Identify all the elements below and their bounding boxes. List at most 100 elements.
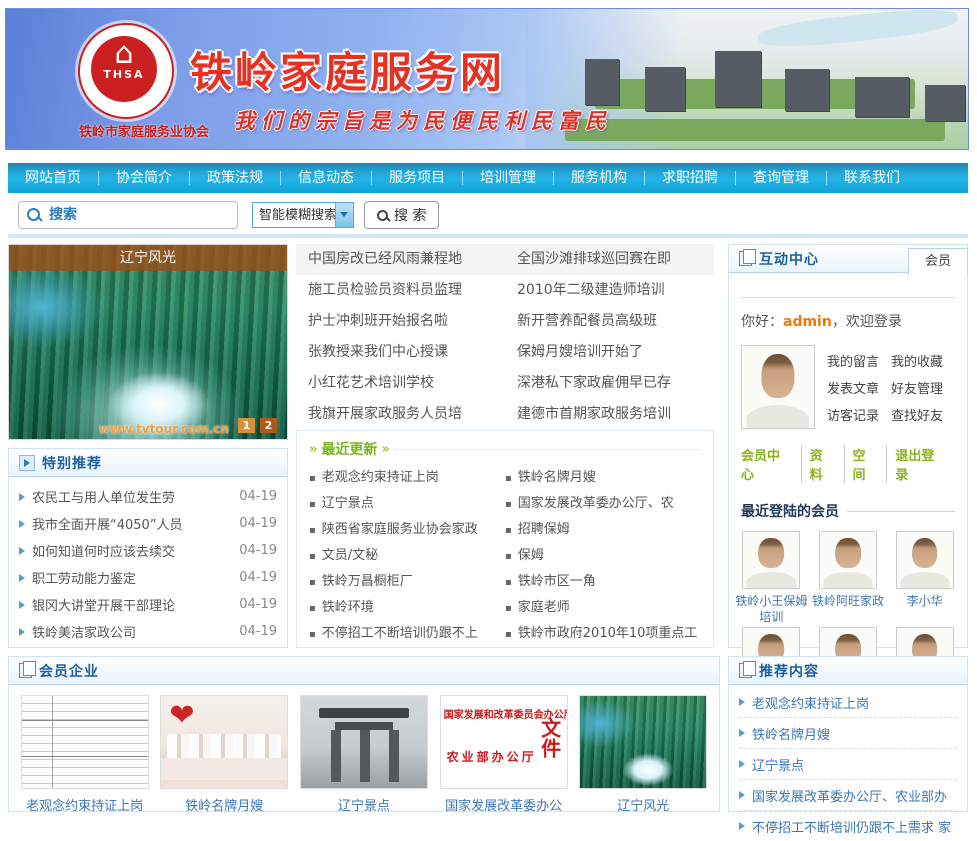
photo-slideshow[interactable]: 辽宁风光 www.tvtour.com.cn 1 2	[8, 244, 288, 440]
recent-link[interactable]: ▪文员/文秘	[309, 543, 505, 569]
my-messages-link[interactable]: 我的留言	[827, 351, 891, 370]
my-favorites-link[interactable]: 我的收藏	[891, 351, 955, 370]
news-link[interactable]: 我旗开展家政服务人员培	[296, 399, 505, 430]
member-avatar[interactable]	[742, 531, 800, 589]
member-center-link[interactable]: 会员中心	[741, 445, 801, 483]
enterprise-caption-link[interactable]: 老观念约束持证上岗	[21, 795, 149, 814]
special-recommend-title: 特别推荐	[42, 453, 102, 473]
recent-link[interactable]: ▪陕西省家庭服务业协会家政	[309, 517, 505, 543]
recent-link[interactable]: ▪铁岭市政府2010年10项重点工	[505, 621, 701, 647]
member-name-link[interactable]: 李小华	[886, 593, 963, 623]
special-link[interactable]: 职工劳动能力鉴定	[32, 568, 233, 587]
special-item: 我市全面开展“4050”人员04-19	[19, 510, 277, 537]
recent-link[interactable]: ▪铁岭万昌橱柜厂	[309, 569, 505, 595]
enterprise-thumbnail[interactable]: ❤	[160, 695, 288, 789]
arrow-bullet-icon	[739, 698, 745, 706]
slideshow-page-1[interactable]: 1	[238, 418, 255, 433]
slideshow-page-2[interactable]: 2	[260, 418, 277, 433]
nav-item-contact[interactable]: 联系我们	[827, 163, 917, 193]
recent-link[interactable]: ▪辽宁景点	[309, 491, 505, 517]
member-avatar[interactable]	[819, 531, 877, 589]
slideshow-watermark: www.tvtour.com.cn	[99, 422, 229, 436]
square-bullet-icon: ▪	[505, 551, 512, 562]
nav-item-agencies[interactable]: 服务机构	[554, 163, 644, 193]
enterprise-caption-link[interactable]: 国家发展改革委办公	[440, 795, 568, 814]
news-link[interactable]: 张教授来我们中心授课	[296, 337, 505, 368]
search-input[interactable]	[47, 203, 235, 227]
user-avatar[interactable]	[741, 345, 815, 429]
special-link[interactable]: 银冈大讲堂开展干部理论	[32, 595, 233, 614]
special-date: 04-19	[239, 489, 277, 504]
special-link[interactable]: 如何知道何时应该去续交	[32, 541, 233, 560]
recommended-link[interactable]: 辽宁景点	[739, 749, 957, 780]
recent-link[interactable]: ▪招聘保姆	[505, 517, 701, 543]
recent-link[interactable]: ▪保姆	[505, 543, 701, 569]
square-bullet-icon: ▪	[505, 629, 512, 640]
special-item: 银冈大讲堂开展干部理论04-19	[19, 591, 277, 618]
enterprise-caption-link[interactable]: 铁岭名牌月嫂	[160, 795, 288, 814]
post-article-link[interactable]: 发表文章	[827, 378, 891, 397]
member-avatar[interactable]	[896, 531, 954, 589]
slideshow-caption: 辽宁风光	[9, 245, 287, 271]
recent-link[interactable]: ▪家庭老师	[505, 595, 701, 621]
enterprise-item: 国家发展和改革委员会办公厅 农业部办公厅 文件 国家发展改革委办公	[440, 695, 568, 814]
member-enterprises-panel: 会员企业 老观念约束持证上岗 ❤ 铁岭名牌月嫂 辽宁景点	[8, 656, 720, 812]
enterprise-caption-link[interactable]: 辽宁景点	[300, 795, 428, 814]
news-link[interactable]: 施工员检验员资料员监理	[296, 275, 505, 306]
special-link[interactable]: 我市全面开展“4050”人员	[32, 514, 233, 533]
square-bullet-icon: ▪	[309, 499, 316, 510]
nav-item-jobs[interactable]: 求职招聘	[645, 163, 735, 193]
logout-link[interactable]: 退出登录	[886, 445, 955, 483]
special-link[interactable]: 铁岭美洁家政公司	[32, 622, 233, 641]
friend-manage-link[interactable]: 好友管理	[891, 378, 955, 397]
search-button[interactable]: 搜 索	[364, 201, 439, 229]
news-link[interactable]: 小红花艺术培训学校	[296, 368, 505, 399]
space-link[interactable]: 空间	[844, 445, 887, 483]
visitor-log-link[interactable]: 访客记录	[827, 405, 891, 424]
site-banner: ⌂ THSA 铁岭市家庭服务业协会 铁岭家庭服务网 我们的宗旨是为民便民利民富民	[5, 8, 969, 150]
enterprise-thumbnail[interactable]	[21, 695, 149, 789]
enterprise-caption-link[interactable]: 辽宁风光	[579, 795, 707, 814]
news-row: 中国房改已经风雨兼程地全国沙滩排球巡回赛在即	[296, 244, 714, 275]
nav-item-home[interactable]: 网站首页	[8, 163, 98, 193]
tab-member[interactable]: 会员	[908, 248, 968, 276]
recent-link[interactable]: ▪不停招工不断培训仍跟不上	[309, 621, 505, 647]
nav-item-training[interactable]: 培训管理	[463, 163, 553, 193]
recommended-link[interactable]: 铁岭名牌月嫂	[739, 718, 957, 749]
news-link[interactable]: 护士冲刺班开始报名啦	[296, 306, 505, 337]
member-cell: 铁岭小王保姆培训	[733, 531, 810, 623]
play-icon	[19, 455, 35, 471]
recent-link[interactable]: ▪老观念约束持证上岗	[309, 465, 505, 491]
news-link[interactable]: 全国沙滩排球巡回赛在即	[505, 244, 714, 275]
profile-link[interactable]: 资料	[801, 445, 844, 483]
news-link[interactable]: 深港私下家政雇佣早已存	[505, 368, 714, 399]
recent-link[interactable]: ▪铁岭市区一角	[505, 569, 701, 595]
nav-item-policy[interactable]: 政策法规	[190, 163, 280, 193]
recommended-link[interactable]: 不停招工不断培训仍跟不上需求 家	[739, 811, 957, 841]
find-friends-link[interactable]: 查找好友	[891, 405, 955, 424]
enterprise-thumbnail[interactable]: 国家发展和改革委员会办公厅 农业部办公厅 文件	[440, 695, 568, 789]
news-link[interactable]: 保姆月嫂培训开始了	[505, 337, 714, 368]
recommended-link[interactable]: 国家发展改革委办公厅、农业部办	[739, 780, 957, 811]
news-link[interactable]: 中国房改已经风雨兼程地	[296, 244, 505, 275]
arrow-bullet-icon	[19, 520, 25, 528]
nav-item-about[interactable]: 协会简介	[99, 163, 189, 193]
arrow-bullet-icon	[19, 628, 25, 636]
recommended-link[interactable]: 老观念约束持证上岗	[739, 687, 957, 718]
recent-link[interactable]: ▪国家发展改革委办公厅、农	[505, 491, 701, 517]
recent-link[interactable]: ▪铁岭名牌月嫂	[505, 465, 701, 491]
square-bullet-icon: ▪	[505, 603, 512, 614]
nav-item-services[interactable]: 服务项目	[372, 163, 462, 193]
news-link[interactable]: 建德市首期家政服务培训	[505, 399, 714, 430]
search-mode-select[interactable]: 智能模糊搜索	[252, 202, 354, 228]
nav-item-news[interactable]: 信息动态	[281, 163, 371, 193]
special-link[interactable]: 农民工与用人单位发生劳	[32, 487, 233, 506]
member-name-link[interactable]: 铁岭小王保姆培训	[733, 593, 810, 623]
nav-item-query[interactable]: 查询管理	[736, 163, 826, 193]
news-link[interactable]: 新开营养配餐员高级班	[505, 306, 714, 337]
news-link[interactable]: 2010年二级建造师培训	[505, 275, 714, 306]
enterprise-thumbnail[interactable]	[579, 695, 707, 789]
recent-link[interactable]: ▪铁岭环境	[309, 595, 505, 621]
enterprise-thumbnail[interactable]	[300, 695, 428, 789]
member-name-link[interactable]: 铁岭阿旺家政	[810, 593, 887, 623]
